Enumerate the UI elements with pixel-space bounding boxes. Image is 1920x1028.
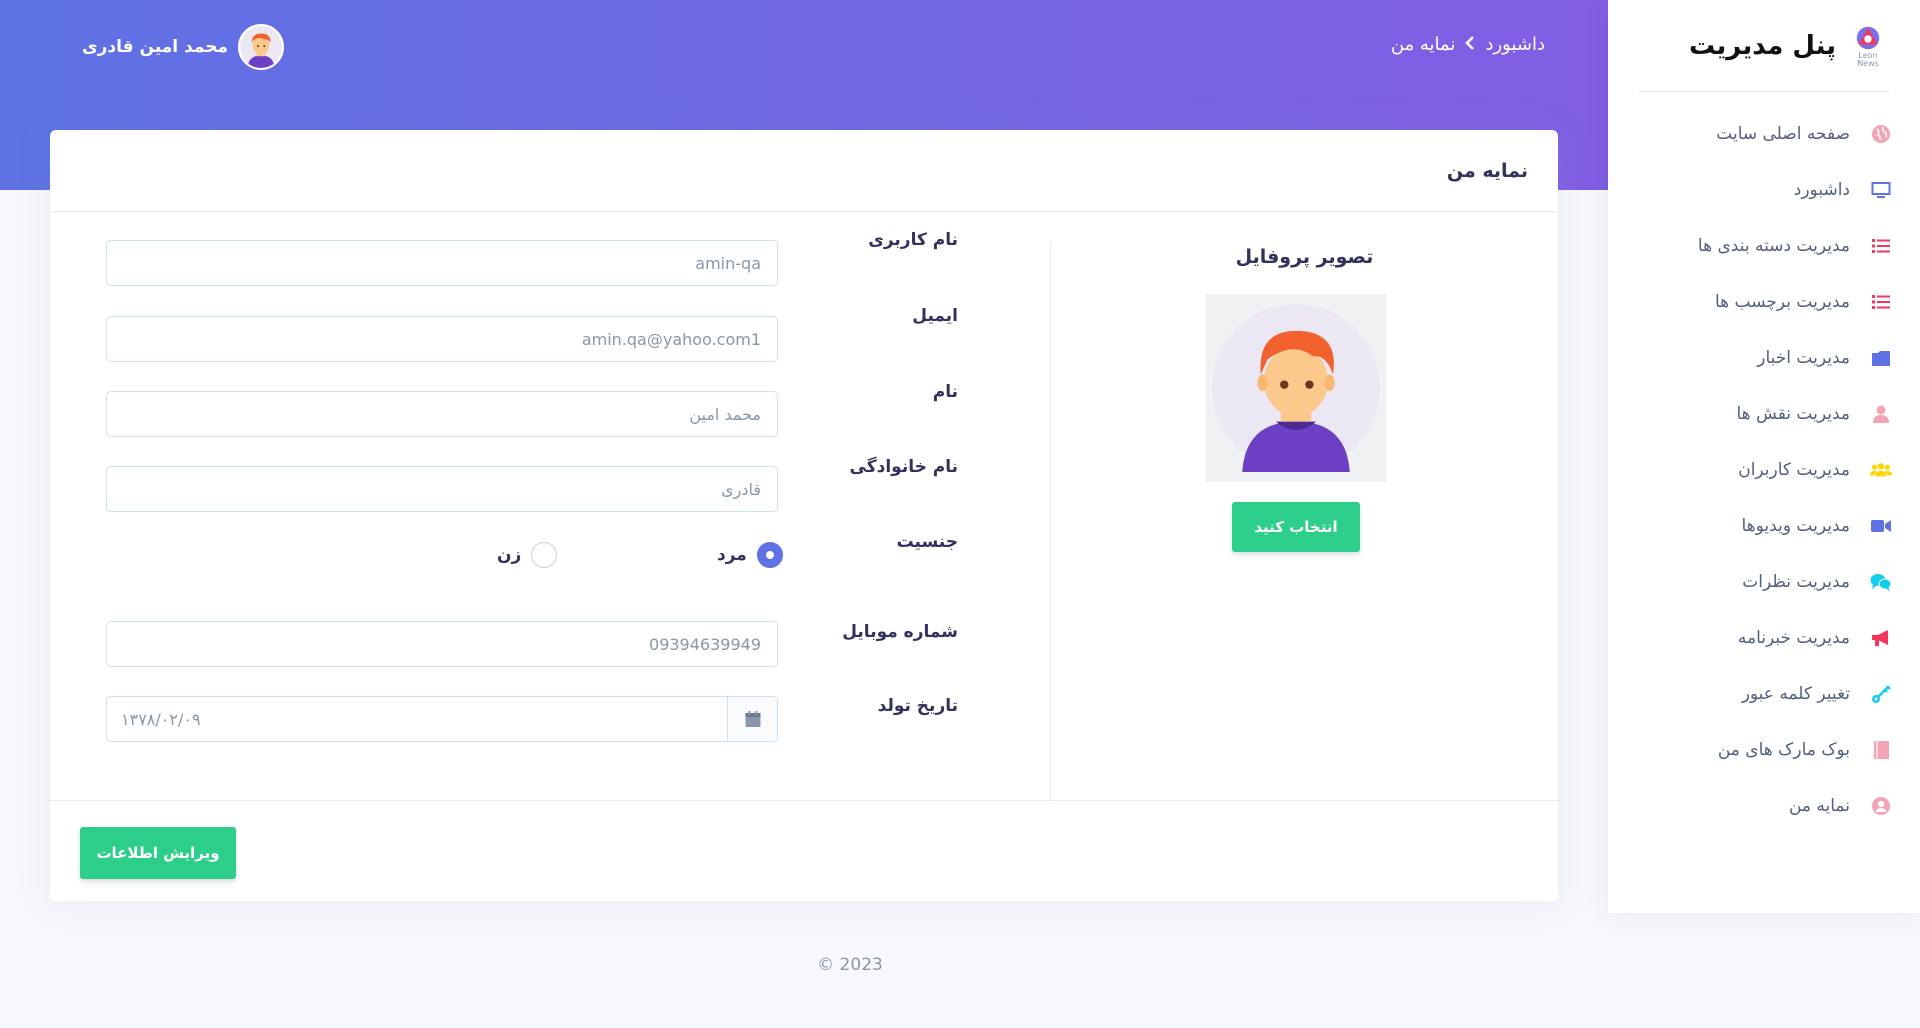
logo-icon: Leon News <box>1850 24 1886 68</box>
first-name-field[interactable] <box>106 391 778 437</box>
sidebar-item-categories[interactable]: مدیریت دسته بندی ها <box>1608 218 1920 274</box>
breadcrumb: داشبورد نمایه من <box>1391 34 1545 55</box>
gender-female-label: زن <box>497 545 522 565</box>
gender-female-option[interactable]: زن <box>497 542 558 568</box>
user-name: محمد امین قادری <box>82 37 229 57</box>
user-circle-icon <box>1870 795 1892 817</box>
profile-picture-title: تصویر پروفایل <box>1235 246 1374 268</box>
birth-date-label: تاریخ تولد <box>877 696 958 716</box>
avatar-illustration <box>1212 304 1380 472</box>
chevron-left-icon <box>1465 34 1475 55</box>
sidebar-item-users[interactable]: مدیریت کاربران <box>1608 442 1920 498</box>
profile-card: نمایه من تصویر پروفایل انتخاب کنید نام ک… <box>50 130 1558 901</box>
birth-date-field[interactable] <box>106 696 778 742</box>
sidebar-item-label: مدیریت برچسب ها <box>1715 292 1850 312</box>
list-icon <box>1870 291 1892 313</box>
sidebar-item-tags[interactable]: مدیریت برچسب ها <box>1608 274 1920 330</box>
list-icon <box>1870 235 1892 257</box>
first-name-label: نام <box>932 382 958 402</box>
sidebar-item-label: نمایه من <box>1788 796 1850 816</box>
choose-image-button[interactable]: انتخاب کنید <box>1232 502 1360 552</box>
email-label: ایمیل <box>912 306 958 326</box>
breadcrumb-current: نمایه من <box>1390 34 1456 55</box>
sidebar-item-label: مدیریت کاربران <box>1738 460 1850 480</box>
mobile-field[interactable] <box>106 621 778 667</box>
sidebar-item-bookmarks[interactable]: بوک مارک های من <box>1608 722 1920 778</box>
logo-text: Leon News <box>1857 50 1879 68</box>
save-profile-button[interactable]: ویرایش اطلاعات <box>80 827 236 879</box>
card-title: نمایه من <box>1446 159 1528 182</box>
user-icon <box>1870 403 1892 425</box>
email-field[interactable] <box>106 316 778 362</box>
user-menu[interactable]: محمد امین قادری <box>82 24 285 70</box>
sidebar-item-videos[interactable]: مدیریت ویدیوها <box>1608 498 1920 554</box>
sidebar-item-newsletter[interactable]: مدیریت خبرنامه <box>1608 610 1920 666</box>
sidebar-item-label: بوک مارک های من <box>1717 740 1850 760</box>
sidebar-item-profile[interactable]: نمایه من <box>1608 778 1920 834</box>
sidebar-item-news[interactable]: مدیریت اخبار <box>1608 330 1920 386</box>
mobile-label: شماره موبایل <box>842 622 958 642</box>
username-label: نام کاربری <box>868 230 958 250</box>
avatar <box>238 24 285 70</box>
gender-male-radio[interactable] <box>756 542 783 568</box>
brand[interactable]: Leon News پنل مدیریت <box>1638 0 1890 92</box>
sidebar: Leon News پنل مدیریت صفحه اصلی سایت داشب… <box>1608 0 1920 913</box>
video-icon <box>1870 515 1892 537</box>
gender-label: جنسیت <box>896 532 958 552</box>
users-icon <box>1870 459 1892 481</box>
book-icon <box>1870 739 1892 761</box>
sidebar-item-change-password[interactable]: تغییر کلمه عبور <box>1608 666 1920 722</box>
sidebar-item-label: تغییر کلمه عبور <box>1741 684 1850 704</box>
monitor-icon <box>1870 179 1892 201</box>
birth-date-input[interactable] <box>107 697 727 741</box>
sidebar-item-comments[interactable]: مدیریت نظرات <box>1608 554 1920 610</box>
gender-female-radio[interactable] <box>531 542 558 568</box>
sidebar-item-label: مدیریت خبرنامه <box>1737 628 1850 648</box>
sidebar-nav: صفحه اصلی سایت داشبورد مدیریت دسته بندی … <box>1608 106 1920 834</box>
sidebar-item-label: مدیریت دسته بندی ها <box>1697 236 1850 256</box>
sidebar-item-roles[interactable]: مدیریت نقش ها <box>1608 386 1920 442</box>
folder-icon <box>1870 347 1892 369</box>
card-footer <box>50 800 1558 901</box>
breadcrumb-dashboard[interactable]: داشبورد <box>1485 34 1545 55</box>
comments-icon <box>1870 571 1892 593</box>
last-name-label: نام خانوادگی <box>849 457 958 477</box>
sidebar-item-label: مدیریت ویدیوها <box>1741 516 1851 536</box>
sidebar-item-label: مدیریت نظرات <box>1742 572 1850 592</box>
card-header: نمایه من <box>50 130 1558 212</box>
sidebar-item-label: مدیریت نقش ها <box>1736 404 1850 424</box>
brand-title: پنل مدیریت <box>1689 30 1836 61</box>
profile-picture-panel: تصویر پروفایل انتخاب کنید <box>1050 242 1558 802</box>
sidebar-item-label: صفحه اصلی سایت <box>1716 124 1850 144</box>
profile-picture <box>1206 294 1386 482</box>
sidebar-item-home[interactable]: صفحه اصلی سایت <box>1608 106 1920 162</box>
sidebar-item-dashboard[interactable]: داشبورد <box>1608 162 1920 218</box>
copyright: © 2023 <box>817 955 883 975</box>
last-name-field[interactable] <box>106 466 778 512</box>
key-icon <box>1870 683 1892 705</box>
gender-male-label: مرد <box>717 545 747 565</box>
megaphone-icon <box>1870 627 1892 649</box>
globe-icon <box>1870 123 1892 145</box>
calendar-icon[interactable] <box>727 697 777 741</box>
username-field[interactable] <box>106 240 778 286</box>
gender-male-option[interactable]: مرد <box>717 542 783 568</box>
sidebar-item-label: مدیریت اخبار <box>1757 348 1850 368</box>
sidebar-item-label: داشبورد <box>1793 180 1850 200</box>
